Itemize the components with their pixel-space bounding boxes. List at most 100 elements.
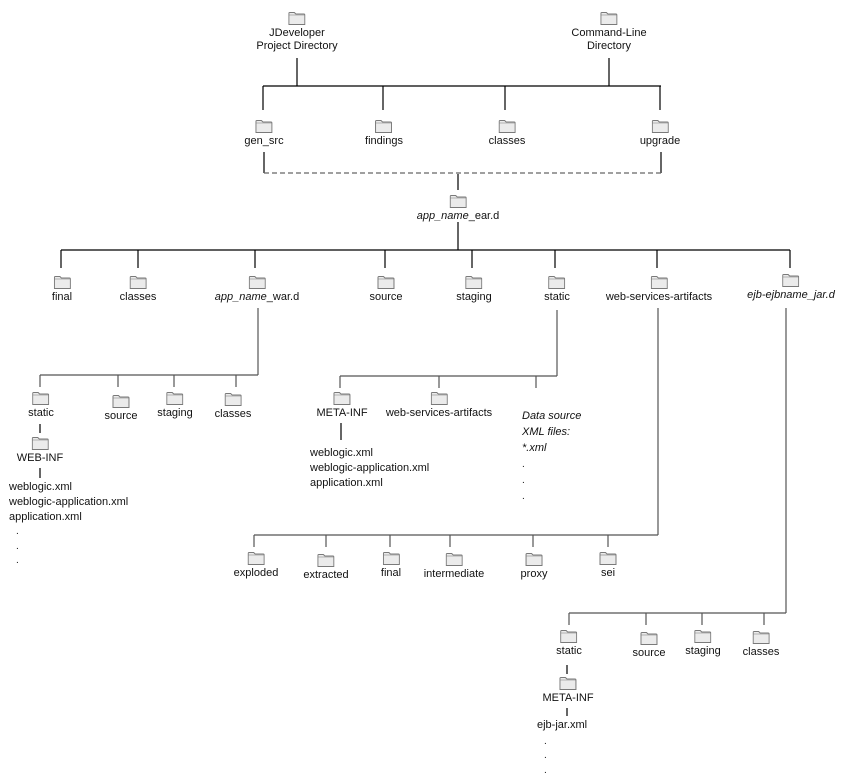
ellipsis-dot: . <box>544 765 547 776</box>
folder-icon <box>247 552 265 565</box>
folder-classes[interactable]: classes <box>120 276 156 304</box>
folder-icon <box>449 195 467 208</box>
folder-label: classes <box>742 646 780 658</box>
folder-icon <box>651 120 669 133</box>
folder-findings[interactable]: findings <box>365 120 403 148</box>
file-name: application.xml <box>310 477 383 489</box>
file-list: weblogic.xml weblogic-application.xml ap… <box>9 480 128 525</box>
folder-icon <box>599 552 617 565</box>
folder-sei[interactable]: sei <box>599 552 617 580</box>
folder-ejb-static[interactable]: static <box>556 630 582 658</box>
folder-label: final <box>380 567 402 579</box>
folder-icon <box>430 392 448 405</box>
folder-static[interactable]: static <box>544 276 570 304</box>
folder-war-classes[interactable]: classes <box>215 393 251 421</box>
folder-icon <box>31 437 49 450</box>
folder-icon <box>377 276 395 289</box>
folder-war-static[interactable]: static <box>28 392 54 420</box>
folder-icon <box>525 553 543 566</box>
folder-icon <box>559 677 577 690</box>
folder-icon <box>548 276 566 289</box>
note-line: Data source <box>522 410 582 422</box>
file-name: weblogic-application.xml <box>9 496 129 508</box>
folder-ejb-classes[interactable]: classes <box>742 631 780 659</box>
folder-label: META-INF <box>316 407 368 419</box>
folder-icon <box>600 12 618 25</box>
folder-classes[interactable]: classes <box>488 120 526 148</box>
folder-final[interactable]: final <box>52 276 72 304</box>
folder-ejb-ejbname-jar-d[interactable]: ejb-ejbname_jar.d <box>747 274 835 302</box>
ellipsis-dot: . <box>544 736 547 747</box>
folder-label: staging <box>157 407 193 419</box>
note-line: *.xml <box>522 442 547 454</box>
folder-label: app_name_war.d <box>214 291 300 303</box>
ellipsis-dot: . <box>16 526 19 537</box>
folder-icon <box>782 274 800 287</box>
folder-intermediate[interactable]: intermediate <box>423 553 485 581</box>
folder-label: exploded <box>233 567 279 579</box>
datasource-note: Data source XML files: *.xml <box>522 408 581 456</box>
folder-label: WEB-INF <box>16 452 64 464</box>
folder-gen-src[interactable]: gen_src <box>244 120 284 148</box>
folder-meta-inf[interactable]: META-INF <box>316 392 368 420</box>
folder-label: Project Directory <box>256 40 338 52</box>
folder-icon <box>317 554 335 567</box>
folder-static-web-services-artifacts[interactable]: web-services-artifacts <box>386 392 492 420</box>
folder-icon <box>112 395 130 408</box>
folder-exploded[interactable]: exploded <box>233 552 279 580</box>
folder-ejb-meta-inf[interactable]: META-INF <box>542 677 594 705</box>
folder-ejb-staging[interactable]: staging <box>685 630 721 658</box>
folder-war-source[interactable]: source <box>104 395 138 423</box>
folder-label: Command-Line <box>571 27 647 39</box>
file-name: weblogic-application.xml <box>310 462 430 474</box>
folder-web-inf[interactable]: WEB-INF <box>17 437 63 465</box>
folder-upgrade[interactable]: upgrade <box>640 120 680 148</box>
folder-label: sei <box>600 567 616 579</box>
ellipsis-dot: . <box>522 475 525 486</box>
folder-icon <box>752 631 770 644</box>
folder-icon <box>650 276 668 289</box>
folder-icon <box>465 276 483 289</box>
folder-icon <box>375 120 393 133</box>
file-name: application.xml <box>9 511 82 523</box>
folder-label: extracted <box>303 569 349 581</box>
folder-app-name-war-d[interactable]: app_name_war.d <box>215 276 299 304</box>
file-list: weblogic.xml weblogic-application.xml ap… <box>310 446 429 491</box>
folder-proxy[interactable]: proxy <box>521 553 547 581</box>
folder-icon <box>382 552 400 565</box>
connector-lines <box>39 58 791 716</box>
folder-app-name-ear-d[interactable]: app_name_ear.d <box>416 195 500 223</box>
folder-label: static <box>544 291 570 303</box>
folder-label: static <box>556 645 582 657</box>
folder-label: web-services-artifacts <box>385 407 493 419</box>
ellipsis-dot: . <box>522 491 525 502</box>
folder-label: source <box>104 410 138 422</box>
ellipsis-dot: . <box>522 459 525 470</box>
folder-label: intermediate <box>423 568 485 580</box>
folder-icon <box>53 276 71 289</box>
folder-label: classes <box>488 135 526 147</box>
folder-icon <box>445 553 463 566</box>
ellipsis-dot: . <box>16 555 19 566</box>
folder-extracted[interactable]: extracted <box>303 554 349 582</box>
folder-label: gen_src <box>244 135 284 147</box>
file-name: ejb-jar.xml <box>537 719 588 731</box>
folder-icon <box>288 12 306 25</box>
folder-label: app_name_ear.d <box>416 210 500 222</box>
folder-label: ejb-ejbname_jar.d <box>747 289 835 301</box>
folder-source[interactable]: source <box>369 276 403 304</box>
folder-staging[interactable]: staging <box>456 276 492 304</box>
folder-icon <box>32 392 50 405</box>
folder-war-staging[interactable]: staging <box>157 392 193 420</box>
folder-wsa-final[interactable]: final <box>381 552 401 580</box>
folder-icon <box>640 632 658 645</box>
folder-label: staging <box>685 645 721 657</box>
folder-jdeveloper-project-directory[interactable]: JDeveloper Project Directory <box>256 12 338 53</box>
folder-ejb-source[interactable]: source <box>632 632 666 660</box>
folder-icon <box>224 393 242 406</box>
folder-icon <box>560 630 578 643</box>
folder-web-services-artifacts[interactable]: web-services-artifacts <box>606 276 712 304</box>
folder-label: source <box>632 647 666 659</box>
folder-command-line-directory[interactable]: Command-Line Directory <box>571 12 647 53</box>
folder-icon <box>498 120 516 133</box>
